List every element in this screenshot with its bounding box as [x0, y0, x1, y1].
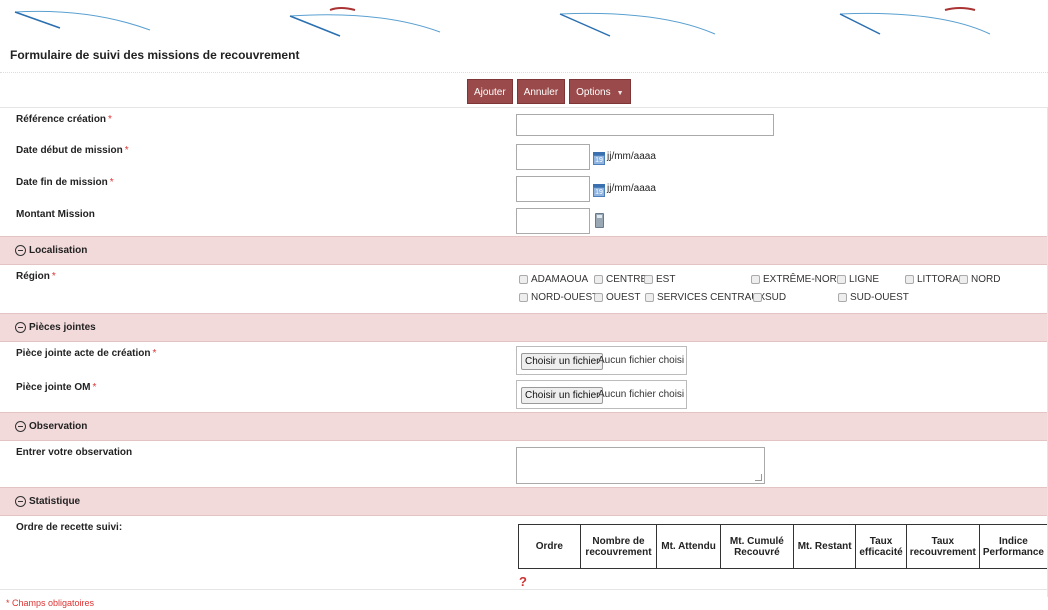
date-debut-input[interactable]	[516, 144, 590, 170]
region-checkbox[interactable]: NORD	[959, 274, 1000, 285]
choose-file-button[interactable]: Choisir un fichier	[521, 353, 604, 370]
column-header: Taux efficacité	[855, 524, 907, 569]
statistique-row: Ordre de recette suivi: Ordre Nombre de …	[0, 516, 1048, 590]
checkbox[interactable]	[594, 293, 603, 302]
date-fin-label: Date fin de mission *	[16, 177, 114, 188]
checkbox[interactable]	[838, 293, 847, 302]
acte-row: Pièce jointe acte de création * Choisir u…	[0, 342, 1048, 376]
column-header: Nombre de recouvrement	[579, 524, 658, 569]
section-title: Localisation	[29, 245, 88, 256]
help-icon[interactable]: ?	[519, 574, 527, 589]
checkbox[interactable]	[905, 275, 914, 284]
region-label: Région *	[16, 271, 56, 282]
region-checkbox[interactable]: SUD	[753, 292, 786, 303]
om-label: Pièce jointe OM *	[16, 382, 97, 393]
options-label: Options	[576, 87, 611, 98]
cancel-button[interactable]: Annuler	[516, 79, 566, 104]
file-status: Aucun fichier choisi	[598, 389, 685, 400]
page-title: Formulaire de suivi des missions de reco…	[10, 48, 300, 62]
checkbox[interactable]	[594, 275, 603, 284]
calculator-icon[interactable]	[595, 213, 604, 228]
collapse-icon[interactable]	[15, 496, 26, 507]
section-title: Pièces jointes	[29, 322, 96, 333]
toolbar: Ajouter Annuler Options ▼	[467, 79, 631, 104]
region-checkbox[interactable]: OUEST	[594, 292, 640, 303]
section-observation[interactable]: Observation	[0, 412, 1048, 441]
column-header: Mt. Cumulé Recouvré	[719, 524, 794, 569]
required-fields-note: * Champs obligatoires	[6, 598, 95, 608]
section-localisation[interactable]: Localisation	[0, 236, 1048, 265]
checkbox[interactable]	[751, 275, 760, 284]
file-status: Aucun fichier choisi	[598, 355, 685, 366]
region-checkbox[interactable]: EXTRÊME-NORD	[751, 274, 844, 285]
add-button[interactable]: Ajouter	[467, 79, 513, 104]
date-fin-row: Date fin de mission * 19 jj/mm/aaaa	[0, 171, 1048, 203]
options-button[interactable]: Options ▼	[569, 79, 631, 104]
checkbox[interactable]	[837, 275, 846, 284]
mission-form: Référence création * Date début de missio…	[0, 107, 1048, 590]
checkbox[interactable]	[753, 293, 762, 302]
ordre-label: Ordre de recette suivi:	[16, 522, 123, 533]
region-checkbox[interactable]: LIGNE	[837, 274, 879, 285]
observation-row: Entrer votre observation	[0, 441, 1048, 487]
region-checkbox[interactable]: LITTORAL	[905, 274, 965, 285]
column-header: Taux recouvrement	[905, 524, 980, 569]
region-checkbox[interactable]: ADAMAOUA	[519, 274, 588, 285]
column-header: Indice Performance	[978, 524, 1048, 569]
reference-label: Référence création *	[16, 114, 112, 125]
column-header: Mt. Restant	[792, 524, 857, 569]
checkbox[interactable]	[959, 275, 968, 284]
montant-row: Montant Mission	[0, 203, 1048, 236]
date-format-hint: jj/mm/aaaa	[607, 183, 656, 194]
date-format-hint: jj/mm/aaaa	[607, 151, 656, 162]
calendar-icon[interactable]: 19	[593, 184, 605, 197]
title-divider	[0, 72, 1048, 73]
section-statistique[interactable]: Statistique	[0, 487, 1048, 516]
section-title: Observation	[29, 421, 88, 432]
reference-input[interactable]	[516, 114, 774, 136]
observation-textarea[interactable]	[516, 447, 765, 484]
section-title: Statistique	[29, 496, 81, 507]
date-fin-input[interactable]	[516, 176, 590, 202]
collapse-icon[interactable]	[15, 421, 26, 432]
collapse-icon[interactable]	[15, 322, 26, 333]
collapse-icon[interactable]	[15, 245, 26, 256]
checkbox[interactable]	[519, 275, 528, 284]
reference-row: Référence création *	[0, 107, 1048, 139]
acte-label: Pièce jointe acte de création *	[16, 348, 157, 359]
region-checkbox[interactable]: EST	[644, 274, 675, 285]
header-banner	[0, 0, 1048, 40]
region-checkbox-group: ADAMAOUA CENTRE EST EXTRÊME-NORD LIGNE L…	[519, 272, 1039, 312]
stat-table: Ordre Nombre de recouvrement Mt. Attendu…	[518, 524, 1048, 569]
om-file-input[interactable]: Choisir un fichier Aucun fichier choisi	[516, 380, 687, 409]
montant-label: Montant Mission	[16, 209, 95, 220]
table-header-row: Ordre Nombre de recouvrement Mt. Attendu…	[518, 524, 1048, 569]
chevron-down-icon: ▼	[616, 90, 624, 97]
region-checkbox[interactable]: SERVICES CENTRAUX	[645, 292, 765, 303]
region-checkbox[interactable]: CENTRE	[594, 274, 647, 285]
observation-label: Entrer votre observation	[16, 447, 133, 458]
region-checkbox[interactable]: NORD-OUEST	[519, 292, 598, 303]
region-row: Région * ADAMAOUA CENTRE EST EXTRÊME-NORD…	[0, 265, 1048, 313]
region-checkbox[interactable]: SUD-OUEST	[838, 292, 909, 303]
checkbox[interactable]	[644, 275, 653, 284]
calendar-icon[interactable]: 19	[593, 152, 605, 165]
montant-input[interactable]	[516, 208, 590, 234]
checkbox[interactable]	[645, 293, 654, 302]
checkbox[interactable]	[519, 293, 528, 302]
section-pieces-jointes[interactable]: Pièces jointes	[0, 313, 1048, 342]
choose-file-button[interactable]: Choisir un fichier	[521, 387, 604, 404]
column-header: Mt. Attendu	[656, 524, 721, 569]
column-header: Ordre	[518, 524, 581, 569]
date-debut-row: Date début de mission * 19 jj/mm/aaaa	[0, 139, 1048, 171]
om-row: Pièce jointe OM * Choisir un fichier Aucu…	[0, 376, 1048, 412]
date-debut-label: Date début de mission *	[16, 145, 129, 156]
acte-file-input[interactable]: Choisir un fichier Aucun fichier choisi	[516, 346, 687, 375]
